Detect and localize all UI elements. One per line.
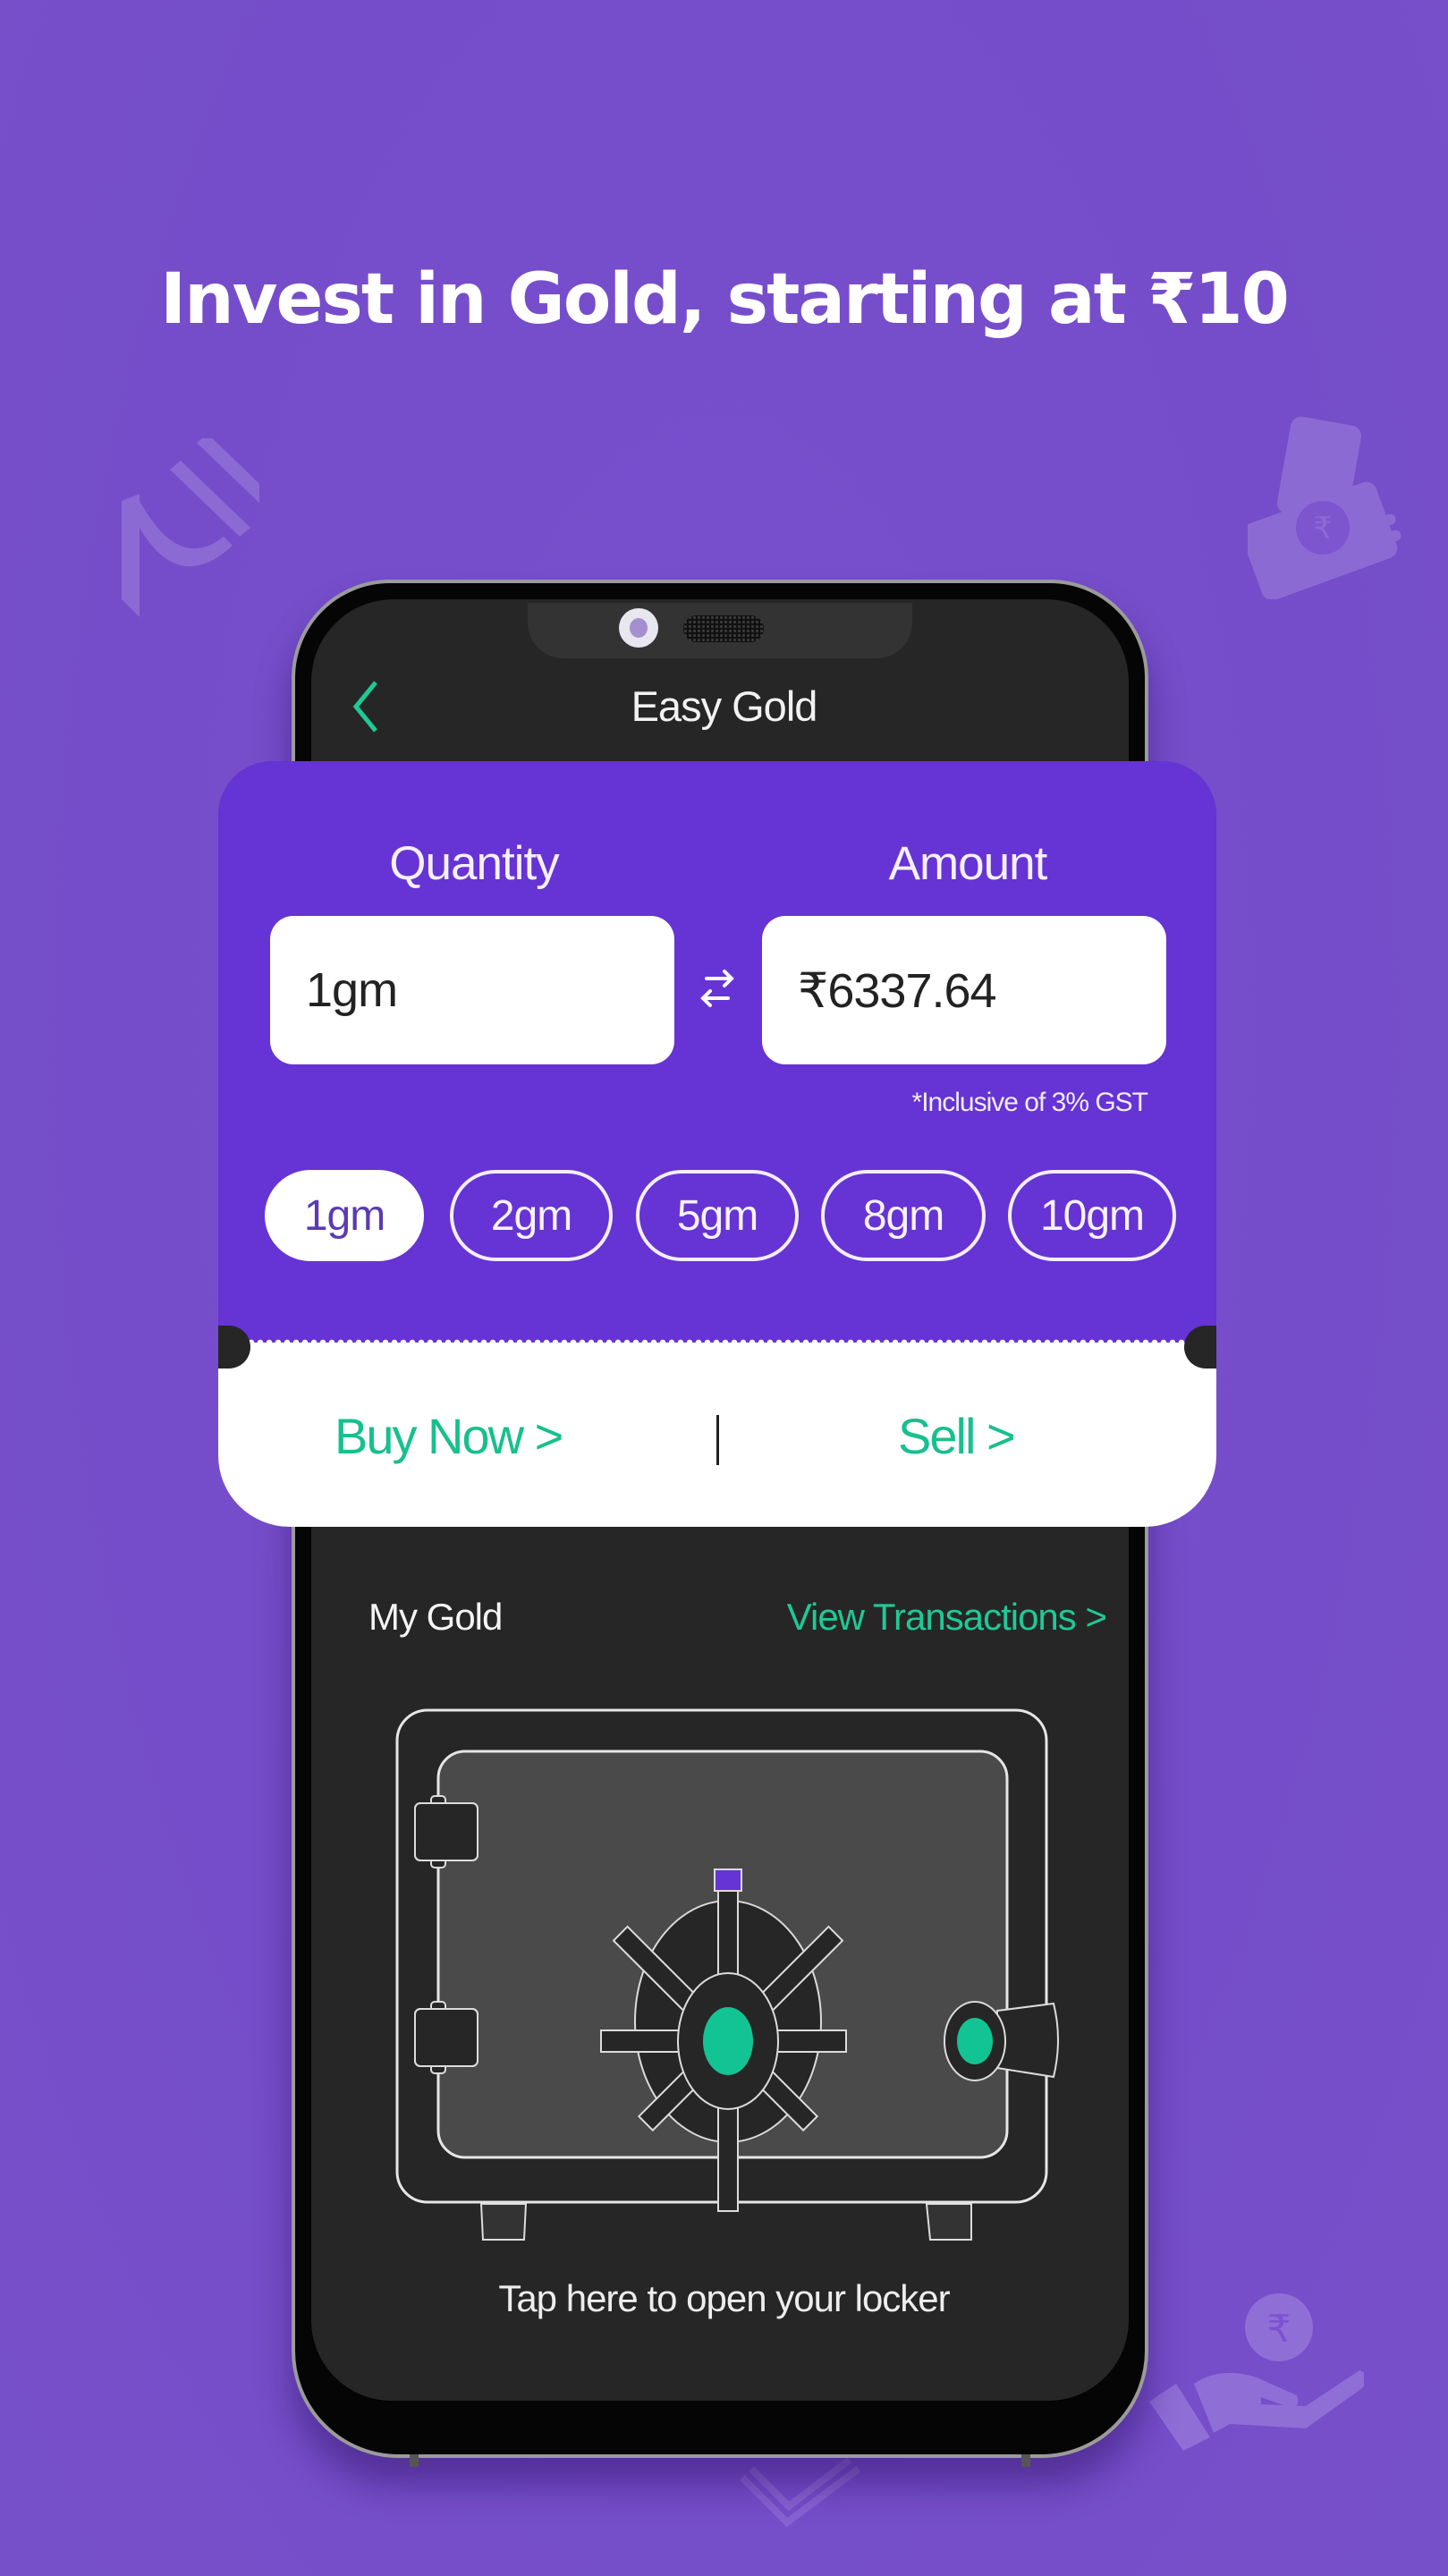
headline: Invest in Gold, starting at ₹10 [160, 259, 1290, 340]
amount-input[interactable]: ₹6337.64 [762, 916, 1166, 1064]
view-transactions-link[interactable]: View Transactions > [787, 1596, 1107, 1639]
preset-chip-5gm[interactable]: 5gm [636, 1170, 799, 1261]
chip-label: 2gm [490, 1191, 572, 1240]
locker-button[interactable] [376, 1682, 1073, 2254]
chip-label: 10gm [1039, 1191, 1145, 1240]
swap-arrows-icon [700, 970, 734, 1007]
chip-label: 1gm [303, 1191, 385, 1240]
rupee-symbol-icon [116, 438, 259, 617]
chip-label: 8gm [862, 1191, 944, 1240]
amount-label: Amount [888, 837, 1048, 890]
phone-foot-left [410, 2454, 419, 2467]
rupee-cash-stack-icon: ₹ [1248, 402, 1418, 599]
amount-value: ₹6337.64 [798, 963, 997, 1018]
preset-chip-8gm[interactable]: 8gm [821, 1170, 986, 1261]
safe-locker-icon [395, 1708, 1059, 2241]
preset-chip-2gm[interactable]: 2gm [450, 1170, 613, 1261]
my-gold-title: My Gold [368, 1596, 503, 1638]
sell-button[interactable]: Sell > [898, 1407, 1016, 1465]
quantity-input[interactable]: 1gm [270, 916, 674, 1064]
action-divider [716, 1415, 719, 1465]
ticket-perforation [229, 1339, 1206, 1346]
preset-chip-1gm[interactable]: 1gm [265, 1170, 424, 1261]
quantity-value: 1gm [306, 963, 398, 1017]
front-camera [619, 608, 658, 648]
screen-title: Easy Gold [631, 682, 818, 730]
gst-note: *Inclusive of 3% GST [911, 1088, 1148, 1117]
chip-label: 5gm [676, 1191, 758, 1240]
quantity-label: Quantity [389, 837, 559, 890]
locker-tap-hint: Tap here to open your locker [498, 2277, 950, 2319]
preset-chip-10gm[interactable]: 10gm [1008, 1170, 1176, 1261]
phone-foot-right [1021, 2454, 1030, 2467]
swap-button[interactable] [698, 966, 737, 1011]
buy-now-button[interactable]: Buy Now > [334, 1407, 563, 1465]
money-bundle-icon [733, 2451, 868, 2531]
earpiece-speaker [683, 615, 764, 642]
svg-text:₹: ₹ [1313, 511, 1333, 547]
